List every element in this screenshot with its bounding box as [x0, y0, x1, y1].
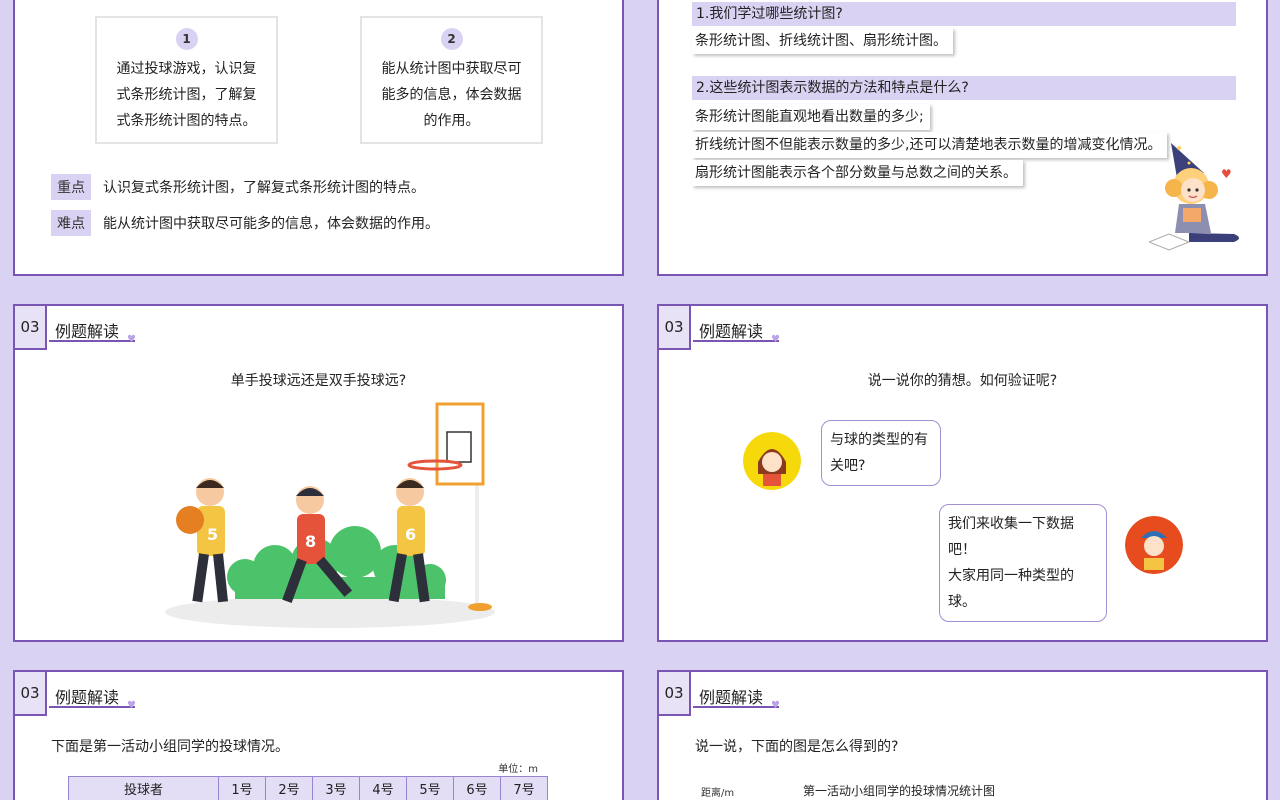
table-header-cell: 6号 [453, 776, 501, 800]
key-point-row: 重点 认识复式条形统计图，了解复式条形统计图的特点。 [51, 174, 425, 200]
chart-title: 第一活动小组同学的投球情况统计图 [803, 784, 996, 798]
difficulty-row: 难点 能从统计图中获取尽可能多的信息，体会数据的作用。 [51, 210, 439, 236]
slide-data-table[interactable]: 03 例题解读 ♥ 下面是第一活动小组同学的投球情况。 单位：m 投球者 1号 … [13, 670, 624, 800]
y-axis-label: 距离/m [701, 788, 735, 799]
objective-card-2: 2 能从统计图中获取尽可 能多的信息，体会数据 的作用。 [360, 16, 543, 144]
section-number: 03 [15, 306, 47, 350]
section-number: 03 [15, 672, 47, 716]
question-1: 1.我们学过哪些统计图? [692, 2, 1236, 26]
guess-question: 说一说你的猜想。如何验证呢? [867, 373, 1058, 389]
key-point-text: 认识复式条形统计图，了解复式条形统计图的特点。 [103, 180, 425, 196]
boy-speech-bubble: 我们来收集一下数据吧！ 大家用同一种类型的球。 [939, 504, 1107, 622]
section-number: 03 [659, 672, 691, 716]
slide-guess[interactable]: 03 例题解读 ♥ 说一说你的猜想。如何验证呢? 与球的类型的有 关吧? 我们来… [657, 304, 1268, 642]
objective-number: 2 [440, 28, 463, 50]
heart-icon: ♥ [127, 334, 136, 345]
jersey-number: 6 [405, 525, 416, 544]
table-header-cell: 5号 [406, 776, 454, 800]
jersey-number: 8 [305, 532, 316, 551]
objective-text: 能从统计图中获取尽可 能多的信息，体会数据 的作用。 [381, 61, 522, 129]
boy-avatar [1125, 516, 1183, 574]
example-question: 单手投球远还是双手投球远? [230, 373, 407, 389]
svg-text:♥: ♥ [1221, 167, 1232, 181]
table-header-cell: 7号 [500, 776, 548, 800]
slide-chart-intro[interactable]: 03 例题解读 ♥ 说一说，下面的图是怎么得到的? 距离/m 第一活动小组同学的… [657, 670, 1268, 800]
table-header-cell: 2号 [265, 776, 313, 800]
table-intro: 下面是第一活动小组同学的投球情况。 [51, 739, 289, 755]
girl-speech-bubble: 与球的类型的有 关吧? [821, 420, 941, 486]
answer-2-line: 折线统计图不但能表示数量的多少,还可以清楚地表示数量的增减变化情况。 [692, 132, 1168, 158]
question-2: 2.这些统计图表示数据的方法和特点是什么? [692, 76, 1236, 100]
throw-data-table: 投球者 1号 2号 3号 4号 5号 6号 7号 [68, 776, 548, 800]
key-point-badge: 重点 [51, 174, 91, 200]
section-title: 例题解读 [699, 688, 764, 707]
answer-2-bar: 条形统计图能直观地看出数量的多少; [692, 104, 930, 130]
slide-review[interactable]: 1.我们学过哪些统计图? 条形统计图、折线统计图、扇形统计图。 2.这些统计图表… [657, 0, 1268, 276]
chart-intro: 说一说，下面的图是怎么得到的? [695, 739, 899, 755]
slide-example-question[interactable]: 03 例题解读 ♥ 单手投球远还是双手投球远? 5 8 6 [13, 304, 624, 642]
objective-card-1: 1 通过投球游戏，认识复 式条形统计图，了解复 式条形统计图的特点。 [95, 16, 278, 144]
objective-number: 1 [175, 28, 198, 50]
title-underline [49, 706, 135, 708]
answer-1: 条形统计图、折线统计图、扇形统计图。 [692, 28, 953, 54]
table-header-cell: 1号 [218, 776, 266, 800]
section-number: 03 [659, 306, 691, 350]
table-header-cell: 3号 [312, 776, 360, 800]
heart-icon: ♥ [771, 700, 780, 711]
unit-label: 单位：m [498, 764, 538, 775]
table-header-cell: 投球者 [68, 776, 219, 800]
section-title: 例题解读 [55, 322, 120, 341]
jersey-number: 5 [207, 525, 218, 544]
section-title: 例题解读 [55, 688, 120, 707]
wizard-girl-illustration: ♥ [1149, 143, 1239, 251]
heart-icon: ♥ [771, 334, 780, 345]
table-header-cell: 4号 [359, 776, 407, 800]
title-underline [693, 340, 779, 342]
girl-avatar [743, 432, 801, 490]
objective-text: 通过投球游戏，认识复 式条形统计图，了解复 式条形统计图的特点。 [116, 61, 257, 129]
table-header-row: 投球者 1号 2号 3号 4号 5号 6号 7号 [68, 776, 548, 800]
basketball-kids-illustration: 5 8 6 [165, 402, 495, 628]
difficulty-text: 能从统计图中获取尽可能多的信息，体会数据的作用。 [103, 216, 439, 232]
title-underline [693, 706, 779, 708]
heart-icon: ♥ [127, 700, 136, 711]
slide-objectives[interactable]: 1 通过投球游戏，认识复 式条形统计图，了解复 式条形统计图的特点。 2 能从统… [13, 0, 624, 276]
title-underline [49, 340, 135, 342]
answer-2-pie: 扇形统计图能表示各个部分数量与总数之间的关系。 [692, 160, 1023, 186]
section-title: 例题解读 [699, 322, 764, 341]
difficulty-badge: 难点 [51, 210, 91, 236]
